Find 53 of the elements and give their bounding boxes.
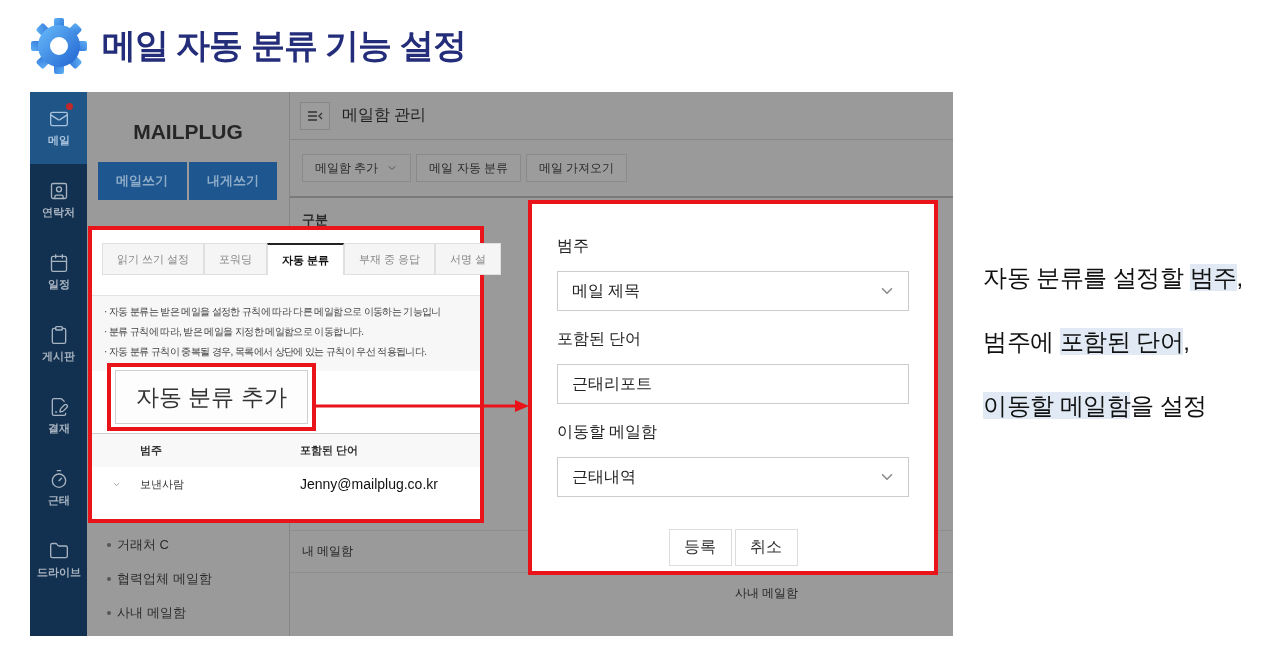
toolbar-button[interactable]: 메일 자동 분류 (416, 154, 521, 182)
settings-tab[interactable]: 서명 설 (435, 243, 502, 275)
form-button[interactable]: 취소 (734, 529, 798, 566)
toolbar-button[interactable]: 메일 가져오기 (526, 154, 628, 182)
folder-icon (48, 540, 69, 561)
add-rule-button[interactable]: 자동 분류 추가 (115, 370, 308, 424)
note-text: · 분류 규칙에 따라, 받은 메일을 지정한 메일함으로 이동합니다. (104, 325, 365, 339)
nav-item[interactable]: 근태 (30, 452, 87, 524)
settings-tab[interactable]: 포워딩 (204, 243, 268, 275)
nav-item[interactable]: 게시판 (30, 308, 87, 380)
column-header: 구분 (301, 211, 329, 229)
field-label: 범주 (557, 236, 590, 256)
note-text: · 자동 분류 규칙이 중복될 경우, 목록에서 상단에 있는 규칙이 우선 적용됩니다. (104, 345, 428, 359)
caption-line: 자동 분류를 설정할 범주, (983, 263, 1243, 293)
nav-item[interactable]: 연락처 (30, 164, 87, 236)
input-field[interactable]: 근태리포트 (557, 364, 909, 404)
settings-tab[interactable]: 부재 중 응답 (344, 243, 436, 275)
compose-button[interactable]: 내게쓰기 (188, 162, 277, 200)
nav-item[interactable]: 메일 (30, 92, 87, 164)
page-title: 메일함 관리 (342, 105, 427, 125)
menu-icon (307, 109, 323, 122)
column-header: 범주 (140, 443, 163, 458)
table-cell: Jenny@mailplug.co.kr (300, 476, 438, 492)
folder-item[interactable]: 거래처 C (117, 536, 169, 554)
folder-item[interactable]: 협력업체 메일함 (117, 570, 212, 588)
note-text: · 자동 분류는 받은 메일을 설정한 규칙에 따라 다른 메일함으로 이동하는 기능입니 (104, 305, 442, 319)
calendar-icon (48, 252, 69, 273)
contact-card-icon (48, 180, 69, 201)
settings-tab[interactable]: 자동 분류 (267, 243, 345, 275)
compose-button[interactable]: 메일쓰기 (98, 162, 187, 200)
menu-button[interactable] (300, 101, 330, 130)
nav-item[interactable]: 일정 (30, 236, 87, 308)
column-header: 포함된 단어 (300, 443, 359, 458)
settings-tab[interactable]: 읽기 쓰기 설정 (102, 243, 205, 275)
nav-item[interactable]: 결재 (30, 380, 87, 452)
select-field[interactable]: 메일 제목 (557, 271, 909, 311)
form-button[interactable]: 등록 (668, 529, 732, 566)
field-label: 이동할 메일함 (557, 422, 659, 442)
bullet-icon (107, 611, 111, 615)
bullet-icon (107, 543, 111, 547)
nav-item[interactable]: 드라이브 (30, 524, 87, 596)
table-cell-text: 보낸사람 (140, 476, 185, 492)
bullet-icon (107, 577, 111, 581)
table-cell-text: 내 메일함 (301, 543, 354, 560)
select-field[interactable]: 근태내역 (557, 457, 909, 497)
slide-title: 메일 자동 분류 기능 설정 (102, 25, 466, 66)
toolbar-button[interactable]: 메일함 추가 (302, 154, 412, 182)
table-cell-text: 사내 메일함 (734, 585, 799, 602)
folder-item[interactable]: 사내 메일함 (117, 604, 186, 622)
logo: MAILPLUG (132, 120, 244, 144)
field-label: 포함된 단어 (557, 329, 643, 349)
caption-line: 범주에 포함된 단어, (983, 327, 1191, 357)
gear-icon (30, 17, 88, 75)
